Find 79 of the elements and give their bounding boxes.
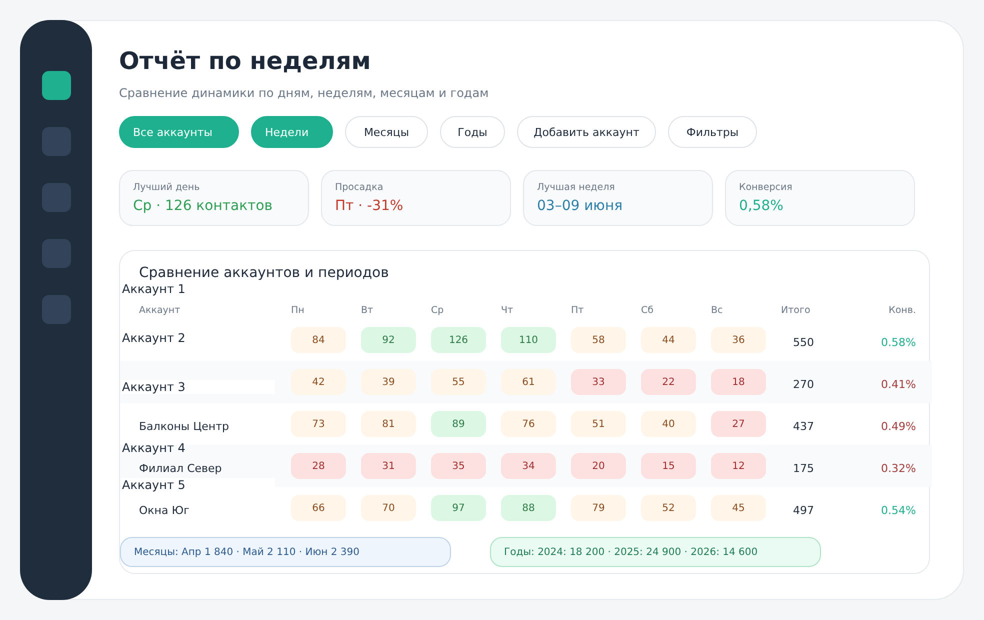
column-header: Чт <box>501 304 514 316</box>
value-chip: 84 <box>291 327 346 353</box>
sidebar-item[interactable] <box>42 71 70 100</box>
value-chip: 20 <box>571 453 626 479</box>
column-header: Итого <box>781 304 810 316</box>
column-header: Аккаунт <box>139 304 180 316</box>
value-chip: 35 <box>431 453 486 479</box>
filter-button[interactable]: Годы <box>440 116 505 148</box>
value-chip: 97 <box>431 495 486 521</box>
value-chip: 45 <box>711 495 766 521</box>
value-chip: 33 <box>571 369 626 395</box>
stat-value: 03–09 июня <box>537 198 624 214</box>
total-value: 497 <box>793 504 814 516</box>
value-chip: 92 <box>361 327 416 353</box>
stat-label: Просадка <box>335 182 384 193</box>
value-chip: 27 <box>711 411 766 437</box>
value-chip: 61 <box>501 369 556 395</box>
value-chip: 70 <box>361 495 416 521</box>
total-value: 175 <box>793 462 814 474</box>
value-chip: 34 <box>501 453 556 479</box>
value-chip: 81 <box>361 411 416 437</box>
value-chip: 88 <box>501 495 556 521</box>
column-header: Сб <box>641 304 654 316</box>
value-chip: 73 <box>291 411 346 437</box>
summary-pill: Месяцы: Апр 1 840 · Май 2 110 · Июн 2 390 <box>120 537 451 567</box>
total-value: 270 <box>793 378 814 390</box>
value-chip: 15 <box>641 453 696 479</box>
page-subtitle: Сравнение динамики по дням, неделям, месяцам и годам <box>119 86 490 100</box>
stat-label: Конверсия <box>739 182 794 193</box>
account-label: Аккаунт 5 <box>121 478 276 492</box>
account-name: Филиал Север <box>139 462 222 474</box>
value-chip: 89 <box>431 411 486 437</box>
summary-pill: Годы: 2024: 18 200 · 2025: 24 900 · 2026: 14 600 <box>490 537 821 567</box>
value-chip: 55 <box>431 369 486 395</box>
table-title: Сравнение аккаунтов и периодов <box>139 265 390 281</box>
value-chip: 51 <box>571 411 626 437</box>
account-label: Аккаунт 4 <box>121 441 186 455</box>
column-header: Пн <box>291 304 304 316</box>
total-value: 437 <box>793 420 814 432</box>
value-chip: 39 <box>361 369 416 395</box>
conversion-value: 0.49% <box>881 420 916 432</box>
value-chip: 31 <box>361 453 416 479</box>
value-chip: 66 <box>291 495 346 521</box>
stat-value: Пт · -31% <box>335 198 404 214</box>
value-chip: 18 <box>711 369 766 395</box>
column-header: Вт <box>361 304 374 316</box>
account-name: Балконы Центр <box>139 420 229 432</box>
conversion-value: 0.41% <box>881 378 916 390</box>
value-chip: 44 <box>641 327 696 353</box>
stat-value: 0,58% <box>739 198 784 214</box>
page-title: Отчёт по неделям <box>119 47 372 75</box>
account-label: Аккаунт 3 <box>121 380 276 394</box>
value-chip: 126 <box>431 327 486 353</box>
stat-label: Лучшая неделя <box>537 182 616 193</box>
column-header: Вс <box>711 304 723 316</box>
value-chip: 58 <box>571 327 626 353</box>
value-chip: 22 <box>641 369 696 395</box>
value-chip: 76 <box>501 411 556 437</box>
total-value: 550 <box>793 336 814 348</box>
column-header: Ср <box>431 304 444 316</box>
stat-label: Лучший день <box>133 182 201 193</box>
value-chip: 79 <box>571 495 626 521</box>
column-header: Конв. <box>888 304 916 316</box>
stat-value: Ср · 126 контактов <box>133 198 274 214</box>
value-chip: 52 <box>641 495 696 521</box>
column-header: Пт <box>571 304 584 316</box>
filter-button[interactable]: Добавить аккаунт <box>517 116 656 148</box>
value-chip: 42 <box>291 369 346 395</box>
conversion-value: 0.32% <box>881 462 916 474</box>
value-chip: 36 <box>711 327 766 353</box>
conversion-value: 0.54% <box>881 504 916 516</box>
filter-button[interactable]: Месяцы <box>345 116 428 148</box>
value-chip: 12 <box>711 453 766 479</box>
account-name: Окна Юг <box>139 504 190 516</box>
value-chip: 110 <box>501 327 556 353</box>
conversion-value: 0.58% <box>881 336 916 348</box>
value-chip: 28 <box>291 453 346 479</box>
value-chip: 40 <box>641 411 696 437</box>
filter-button[interactable]: Фильтры <box>668 116 757 148</box>
